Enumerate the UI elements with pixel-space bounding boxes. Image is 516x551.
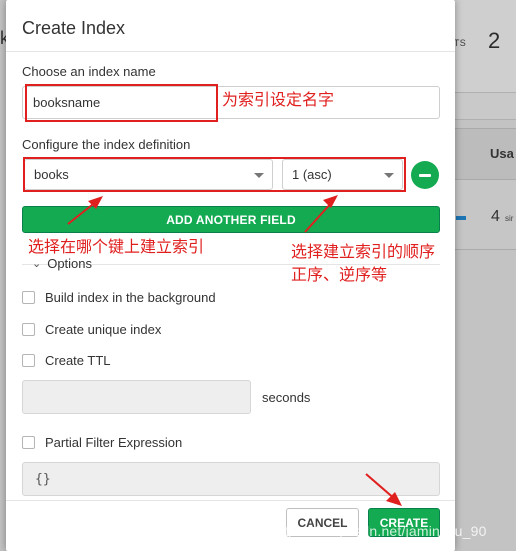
watermark: https://blog.csdn.net/jamin_liu_90 [272, 523, 487, 539]
annotation-arrows [67, 195, 402, 506]
annotation-arrowhead-order [323, 195, 338, 208]
